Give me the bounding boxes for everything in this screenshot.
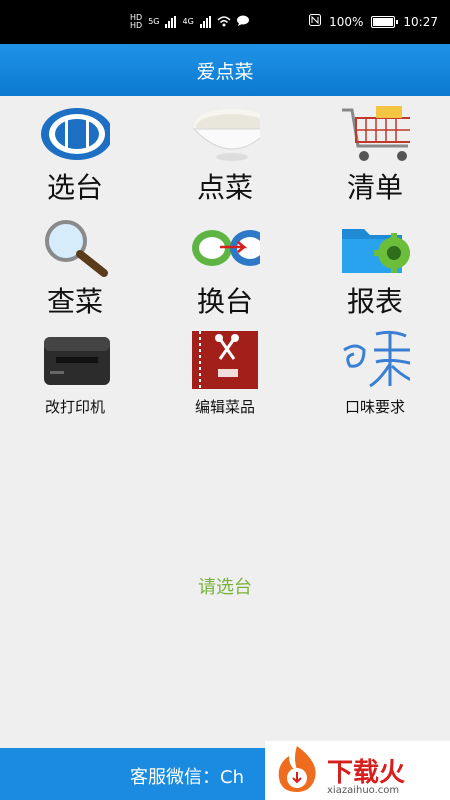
app-header: 爱点菜: [0, 44, 450, 96]
change-printer-label: 改打印机: [44, 398, 105, 416]
magnifier-icon: [40, 218, 110, 278]
rice-bowl-icon: [190, 104, 260, 164]
secondary-menu-row: 改打印机 编辑菜品 口味要求: [0, 326, 450, 416]
battery-percent: 100%: [329, 14, 364, 29]
printer-icon: [40, 330, 110, 390]
order-dishes-button[interactable]: 点菜: [150, 100, 300, 214]
hd-icon: HD HD: [130, 13, 143, 30]
taste-calligraphy-icon: [340, 330, 410, 390]
service-wechat-text: 客服微信：Ch: [130, 767, 244, 788]
plate-cutlery-icon: [40, 104, 110, 164]
battery-icon: [371, 15, 399, 28]
signal-icon: [165, 16, 177, 28]
status-icons-left: HD HD 5G 4G: [130, 14, 249, 30]
order-dishes-label: 点菜: [196, 171, 253, 204]
flame-logo-icon: [271, 744, 323, 798]
status-icons-right: 100% 10:27: [309, 14, 438, 29]
network-4g-label: 4G: [182, 17, 194, 26]
change-printer-button[interactable]: 改打印机: [0, 326, 150, 416]
signal-icon-2: [199, 16, 211, 28]
reports-label: 报表: [346, 285, 403, 318]
status-bar: HD HD 5G 4G 100% 10:27: [0, 0, 450, 44]
watermark-brand: 下载火: [327, 758, 406, 788]
taste-requirements-label: 口味要求: [344, 398, 405, 416]
main-menu-grid: 选台 点菜 清单 查菜 换台 报表: [0, 100, 450, 328]
shopping-cart-icon: [340, 104, 410, 164]
folder-gear-icon: [340, 218, 410, 278]
watermark: 下载火 xiazaihuo.com: [265, 741, 450, 800]
clock: 10:27: [403, 14, 438, 29]
reports-button[interactable]: 报表: [300, 214, 450, 328]
edit-dishes-label: 编辑菜品: [194, 398, 255, 416]
select-table-button[interactable]: 选台: [0, 100, 150, 214]
watermark-site: xiazaihuo.com: [327, 785, 400, 796]
change-table-button[interactable]: 换台: [150, 214, 300, 328]
edit-dishes-button[interactable]: 编辑菜品: [150, 326, 300, 416]
nfc-icon: [309, 14, 322, 29]
message-icon: [236, 15, 249, 29]
menu-book-icon: [190, 330, 260, 390]
select-table-label: 选台: [46, 171, 103, 204]
change-table-label: 换台: [196, 285, 253, 318]
wifi-icon: [217, 15, 231, 30]
swap-plates-icon: [190, 218, 260, 278]
order-list-label: 清单: [346, 171, 403, 204]
page-title: 爱点菜: [196, 60, 254, 83]
network-5g-label: 5G: [148, 17, 160, 26]
select-table-prompt: 请选台: [198, 577, 252, 598]
order-list-button[interactable]: 清单: [300, 100, 450, 214]
search-dishes-label: 查菜: [46, 285, 103, 318]
taste-requirements-button[interactable]: 口味要求: [300, 326, 450, 416]
search-dishes-button[interactable]: 查菜: [0, 214, 150, 328]
